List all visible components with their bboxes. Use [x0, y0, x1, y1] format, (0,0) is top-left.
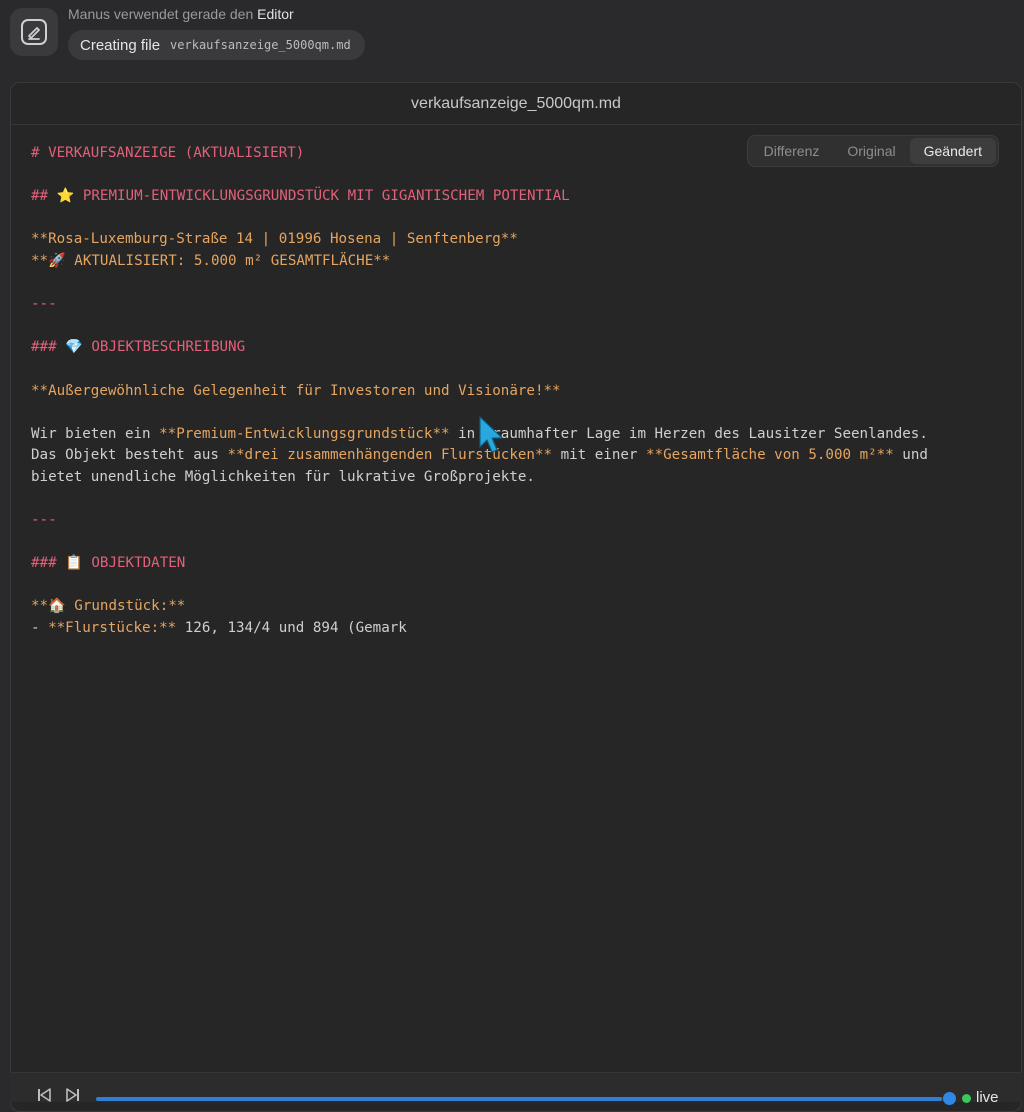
code-line: **Rosa-Luxemburg-Straße 14 | 01996 Hosen… [31, 229, 1011, 251]
code-token: # VERKAUFSANZEIGE (AKTUALISIERT) [31, 145, 305, 161]
code-token: - [31, 620, 49, 637]
code-line: --- [31, 294, 1011, 316]
code-line: --- [31, 510, 1011, 532]
code-line: ### 📋 OBJEKTDATEN [31, 553, 1011, 575]
code-token: **🚀 AKTUALISIERT: 5.000 m² GESAMTFLÄCHE*… [31, 252, 391, 269]
code-token: ### 📋 OBJEKTDATEN [31, 555, 186, 572]
code-line: **Außergewöhnliche Gelegenheit für Inves… [31, 381, 1011, 403]
code-content[interactable]: # VERKAUFSANZEIGE (AKTUALISIERT) ## ⭐ PR… [31, 143, 1011, 640]
code-token: **Premium-Entwicklungsgrundstück** [159, 425, 450, 442]
editor-title: verkaufsanzeige_5000qm.md [11, 83, 1021, 125]
live-label: live [976, 1089, 999, 1106]
skip-back-icon[interactable] [36, 1087, 54, 1103]
task-header: Manus verwendet gerade den Editor Creati… [0, 0, 1024, 72]
playback-slider-handle[interactable] [943, 1092, 956, 1105]
playback-track[interactable] [96, 1097, 951, 1101]
code-token: bietet unendliche Möglichkeiten für lukr… [31, 468, 535, 485]
tool-status-text: Manus verwendet gerade den Editor [68, 6, 294, 22]
mouse-cursor-icon [478, 415, 504, 460]
code-token: **Außergewöhnliche Gelegenheit für Inves… [31, 382, 561, 399]
file-action-label: Creating file [80, 36, 161, 54]
skip-forward-icon[interactable] [64, 1087, 82, 1103]
code-token: und [893, 447, 928, 464]
code-token: Wir bieten ein [31, 425, 160, 442]
code-line: Das Objekt besteht aus **drei zusammenhä… [31, 445, 1011, 467]
code-line: Wir bieten ein **Premium-Entwicklungsgru… [31, 424, 1011, 446]
file-action-pill[interactable]: Creating file verkaufsanzeige_5000qm.md [68, 30, 365, 60]
file-path-label: verkaufsanzeige_5000qm.md [170, 38, 351, 52]
code-token: ## ⭐ PREMIUM-ENTWICKLUNGSGRUNDSTÜCK MIT … [31, 188, 570, 205]
code-token: **🏠 Grundstück:** [31, 598, 186, 615]
code-token: **Rosa-Luxemburg-Straße 14 | 01996 Hosen… [31, 231, 518, 248]
code-token: **Flurstücke:** [48, 620, 177, 637]
code-token: in traumhafter Lage im Herzen des Lausit… [449, 425, 928, 442]
code-token: **Gesamtfläche von 5.000 m²** [646, 447, 894, 464]
code-line: ### 💎 OBJEKTBESCHREIBUNG [31, 337, 1011, 359]
code-token: ### 💎 OBJEKTBESCHREIBUNG [31, 339, 246, 356]
status-prefix: Manus verwendet gerade den [68, 6, 254, 22]
code-token: --- [31, 296, 57, 313]
code-token: 126, 134/4 und 894 (Gemark [176, 620, 407, 637]
editor-window: verkaufsanzeige_5000qm.md Differenz Orig… [10, 82, 1022, 1112]
code-token: Das Objekt besteht aus [31, 447, 228, 464]
code-token: --- [31, 512, 57, 529]
playback-bar: live [10, 1072, 1022, 1106]
code-line: **🚀 AKTUALISIERT: 5.000 m² GESAMTFLÄCHE*… [31, 251, 1011, 273]
playback-progress [96, 1097, 943, 1101]
code-line: - **Flurstücke:** 126, 134/4 und 894 (Ge… [31, 618, 1011, 640]
code-line: # VERKAUFSANZEIGE (AKTUALISIERT) [31, 143, 1011, 165]
code-token: mit einer [552, 447, 647, 464]
status-tool-name: Editor [257, 6, 294, 22]
editor-tool-icon [10, 8, 58, 56]
code-line: **🏠 Grundstück:** [31, 596, 1011, 618]
code-line: bietet unendliche Möglichkeiten für lukr… [31, 467, 1011, 489]
code-line: ## ⭐ PREMIUM-ENTWICKLUNGSGRUNDSTÜCK MIT … [31, 186, 1011, 208]
